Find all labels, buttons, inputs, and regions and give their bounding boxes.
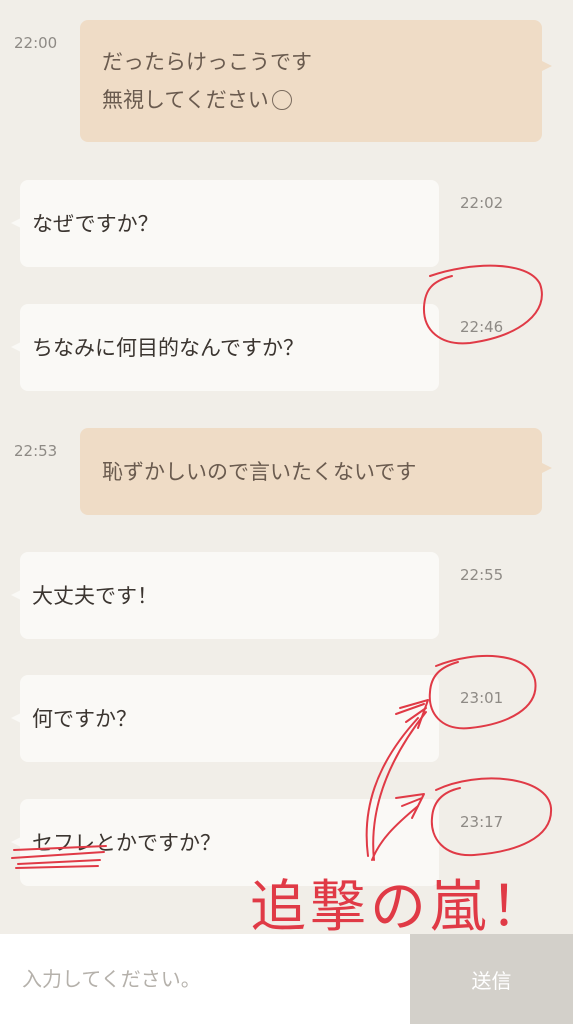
message-text: 何ですか？ — [32, 706, 137, 731]
message-composer: 送信 — [0, 934, 573, 1024]
sweat-smile-emoji-icon — [271, 90, 292, 110]
message-timestamp: 22:46 — [460, 318, 504, 336]
message-timestamp: 22:55 — [460, 566, 504, 584]
outgoing-message-bubble[interactable]: だったらけっこうです 無視してください — [80, 20, 552, 142]
message-text-line-1: だったらけっこうです — [102, 50, 312, 74]
incoming-message-bubble[interactable]: 大丈夫です！ — [11, 552, 439, 639]
message-timestamp: 23:17 — [460, 813, 504, 831]
message-timestamp: 22:53 — [14, 442, 58, 460]
send-button[interactable]: 送信 — [410, 934, 573, 1024]
message-timestamp: 22:00 — [14, 34, 58, 52]
chat-thread[interactable]: 22:00 だったらけっこうです 無視してください なぜですか？ 22:02 ち… — [0, 0, 573, 934]
bubble-tail — [11, 218, 21, 228]
message-timestamp: 22:02 — [460, 194, 504, 212]
incoming-message-bubble[interactable]: 何ですか？ — [11, 675, 439, 762]
message-text: セフレとかですか？ — [32, 830, 221, 855]
incoming-message-bubble[interactable]: なぜですか？ — [11, 180, 439, 267]
message-timestamp: 23:01 — [460, 689, 504, 707]
incoming-message-bubble[interactable]: ちなみに何目的なんですか？ — [11, 304, 439, 391]
bubble-tail — [11, 590, 21, 600]
bubble-tail — [540, 462, 552, 474]
bubble-tail — [11, 713, 21, 723]
message-text-line-2: 無視してください — [102, 81, 520, 119]
message-text: ちなみに何目的なんですか？ — [32, 335, 304, 360]
message-text: なぜですか？ — [32, 211, 159, 236]
message-text: 恥ずかしいので言いたくないです — [102, 459, 417, 484]
message-text: 大丈夫です！ — [32, 583, 158, 608]
bubble-tail — [11, 837, 21, 847]
message-input[interactable] — [0, 934, 410, 1024]
outgoing-message-bubble[interactable]: 恥ずかしいので言いたくないです — [80, 428, 552, 515]
bubble-tail — [11, 342, 21, 352]
bubble-tail — [540, 60, 552, 72]
